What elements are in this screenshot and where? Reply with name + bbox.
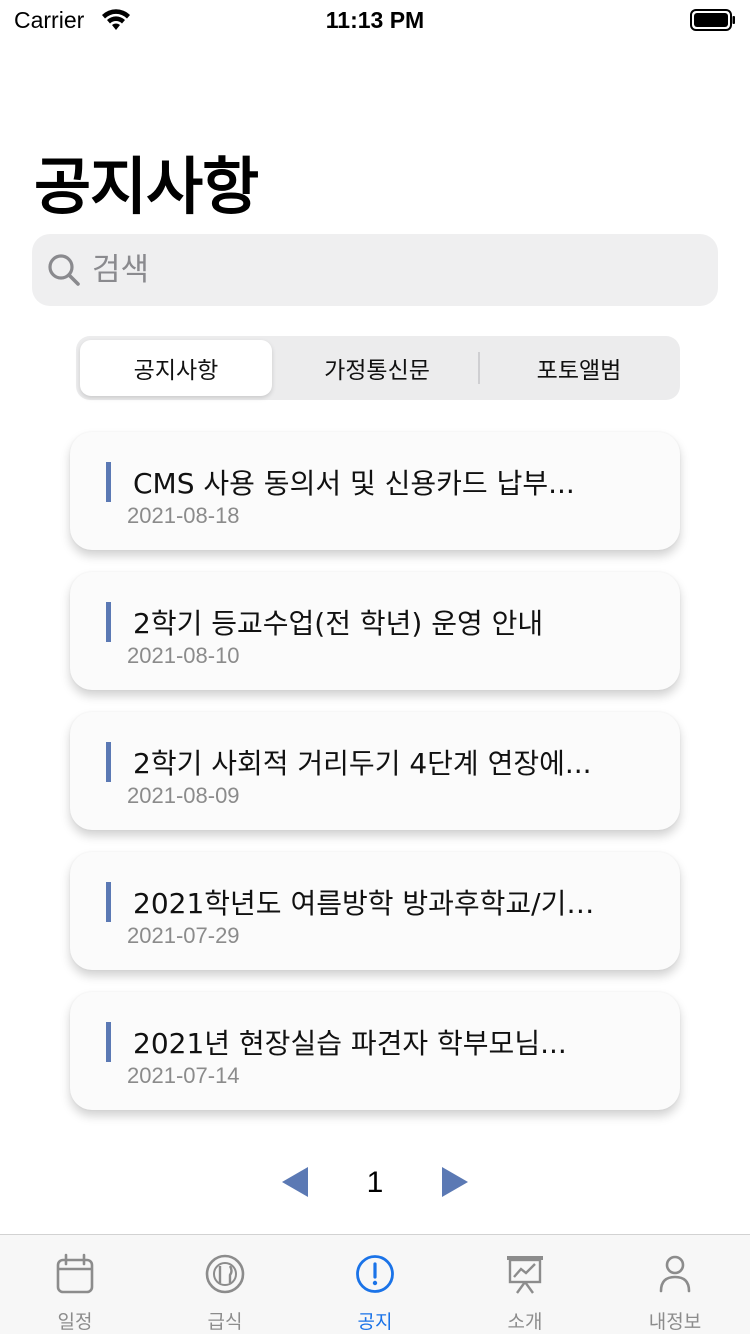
accent-bar xyxy=(106,882,111,922)
tab-label: 소개 xyxy=(507,1311,543,1333)
status-bar: Carrier 11:13 PM xyxy=(0,0,750,40)
calendar-icon xyxy=(56,1253,94,1294)
notice-title: 2학기 등교수업(전 학년) 운영 안내 xyxy=(133,607,544,640)
tab-meal[interactable]: 급식 xyxy=(150,1235,300,1334)
segment-label: 포토앨범 xyxy=(536,358,622,384)
search-input[interactable] xyxy=(92,234,692,306)
notice-card[interactable]: CMS 사용 동의서 및 신용카드 납부... 2021-08-18 xyxy=(70,432,680,550)
accent-bar xyxy=(106,742,111,782)
current-page-number: 1 xyxy=(366,1166,384,1199)
accent-bar xyxy=(106,602,111,642)
clock: 11:13 PM xyxy=(325,7,425,33)
segment-newsletters[interactable]: 가정통신문 xyxy=(281,340,473,396)
accent-bar xyxy=(106,462,111,502)
notice-date: 2021-08-18 xyxy=(127,503,240,528)
notice-date: 2021-07-14 xyxy=(127,1063,240,1088)
segment-notices[interactable]: 공지사항 xyxy=(80,340,272,396)
notice-card[interactable]: 2학기 등교수업(전 학년) 운영 안내 2021-08-10 xyxy=(70,572,680,690)
search-icon xyxy=(48,254,80,286)
notice-title: 2021년 현장실습 파견자 학부모님... xyxy=(133,1027,567,1060)
presentation-icon xyxy=(507,1256,543,1294)
notice-icon xyxy=(356,1255,394,1293)
notice-date: 2021-08-10 xyxy=(127,643,240,668)
tab-schedule[interactable]: 일정 xyxy=(0,1235,150,1334)
segmented-control: 공지사항 가정통신문 포토앨범 xyxy=(76,336,680,400)
notice-card[interactable]: 2학기 사회적 거리두기 4단계 연장에... 2021-08-09 xyxy=(70,712,680,830)
notice-card[interactable]: 2021학년도 여름방학 방과후학교/기… 2021-07-29 xyxy=(70,852,680,970)
meal-icon xyxy=(205,1254,245,1294)
notice-date: 2021-08-09 xyxy=(127,783,240,808)
tab-label: 공지 xyxy=(357,1311,393,1333)
tab-notice[interactable]: 공지 xyxy=(300,1235,450,1334)
notice-title: 2021학년도 여름방학 방과후학교/기… xyxy=(133,887,595,920)
notice-date: 2021-07-29 xyxy=(127,923,240,948)
tab-label: 내정보 xyxy=(648,1311,702,1333)
person-icon xyxy=(659,1255,691,1293)
tab-introduction[interactable]: 소개 xyxy=(450,1235,600,1334)
next-page-button[interactable] xyxy=(440,1164,470,1200)
segment-label: 공지사항 xyxy=(133,358,219,384)
notice-title: CMS 사용 동의서 및 신용카드 납부... xyxy=(133,467,575,500)
segment-divider xyxy=(478,352,480,384)
page-title: 공지사항 xyxy=(34,150,259,223)
tab-bar: 일정 급식 공지 소개 내정보 xyxy=(0,1234,750,1334)
tab-label: 일정 xyxy=(57,1311,93,1333)
accent-bar xyxy=(106,1022,111,1062)
search-bar[interactable] xyxy=(32,234,718,306)
tab-label: 급식 xyxy=(207,1311,243,1333)
segment-label: 가정통신문 xyxy=(324,358,430,384)
battery-icon xyxy=(690,9,735,31)
segment-photo-album[interactable]: 포토앨범 xyxy=(483,340,675,396)
notice-title: 2학기 사회적 거리두기 4단계 연장에... xyxy=(133,747,592,780)
pagination: 1 xyxy=(0,1160,750,1204)
notice-card[interactable]: 2021년 현장실습 파견자 학부모님... 2021-07-14 xyxy=(70,992,680,1110)
tab-my-info[interactable]: 내정보 xyxy=(600,1235,750,1334)
